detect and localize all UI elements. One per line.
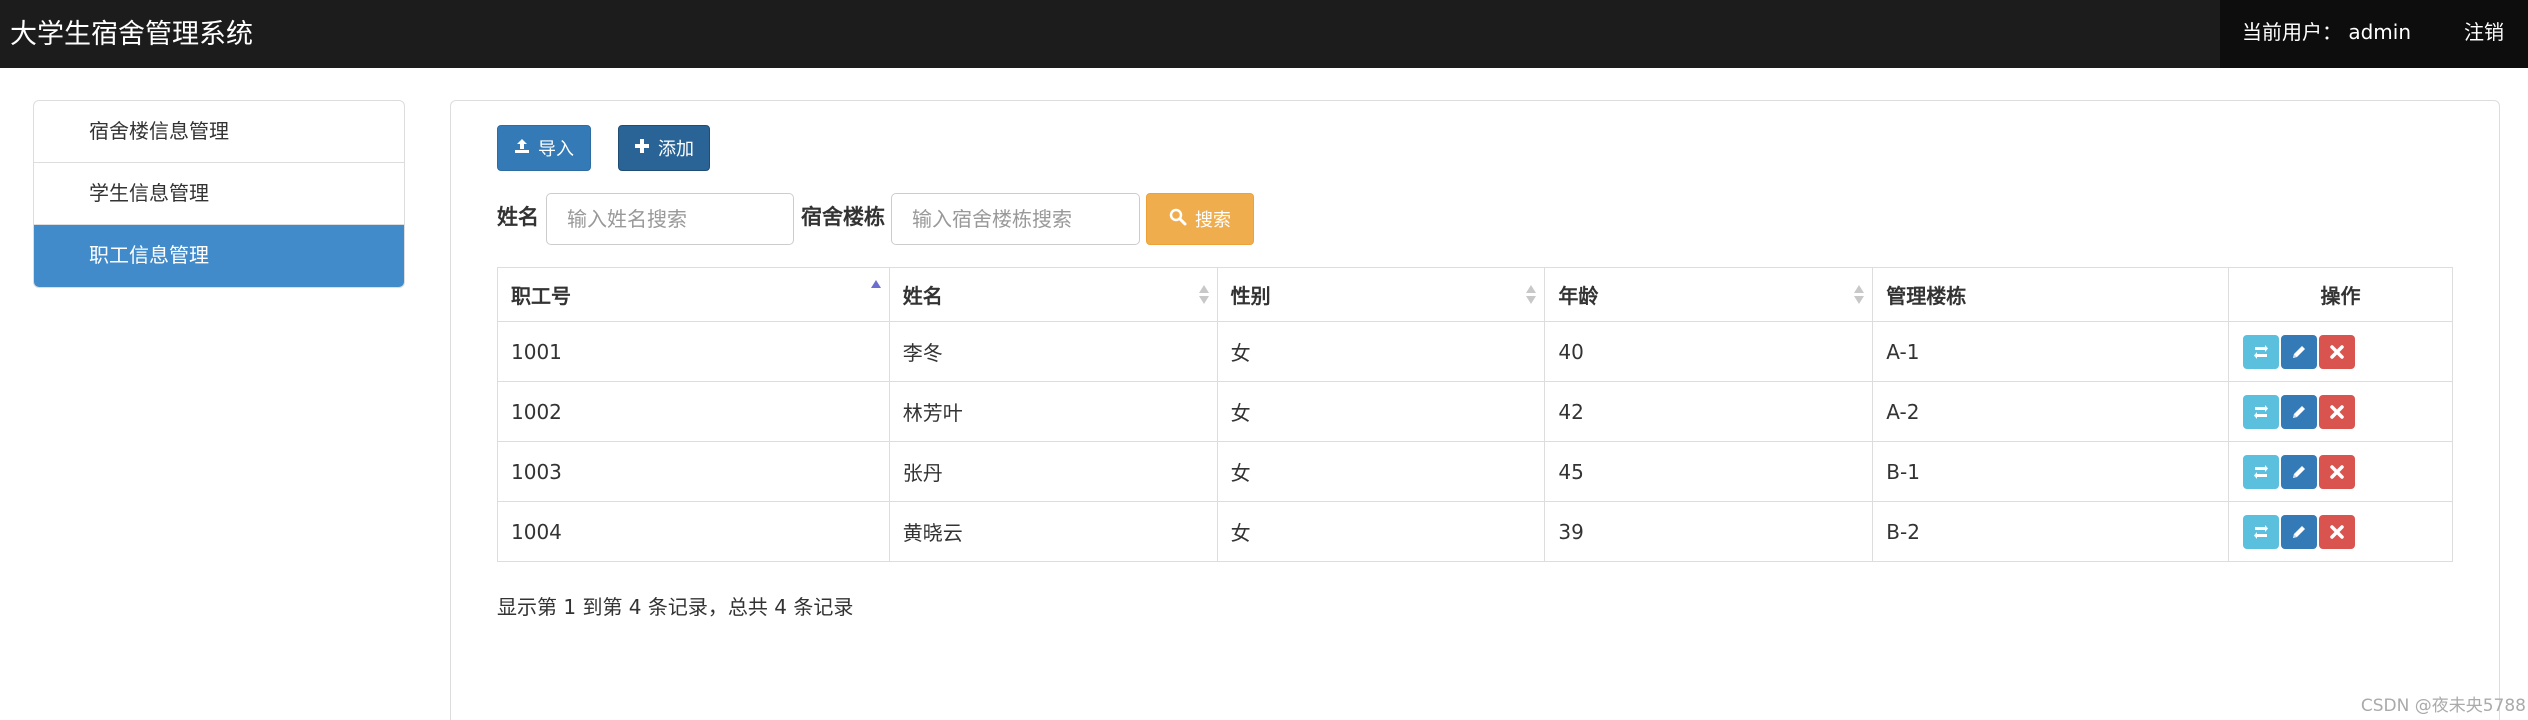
table-body: 1001 李冬女 40 A-1 1002 林芳叶女 42 A-2 1003 张丹女 45 B-1 100… xyxy=(497,321,2453,562)
refresh-button[interactable] xyxy=(2243,514,2280,549)
search-icon xyxy=(1169,208,1187,231)
cell-age: 39 xyxy=(1544,501,1874,562)
sort-ascending-icon xyxy=(870,279,881,306)
name-label: 姓名 xyxy=(497,205,539,229)
edit-button[interactable] xyxy=(2281,394,2318,429)
cell-staff-id: 1001 xyxy=(497,321,890,382)
cell-building: A-1 xyxy=(1872,321,2230,382)
delete-button[interactable] xyxy=(2319,514,2356,549)
search-button[interactable]: 搜索 xyxy=(1146,193,1254,245)
sort-icon xyxy=(1198,284,1209,306)
refresh-button[interactable] xyxy=(2243,334,2280,369)
column-header-label: 年龄 xyxy=(1558,284,1599,308)
column-header-staff-id[interactable]: 职工号 xyxy=(497,267,890,322)
table-row: 1003 张丹女 45 B-1 xyxy=(497,441,2453,502)
delete-button[interactable] xyxy=(2319,394,2356,429)
edit-button[interactable] xyxy=(2281,334,2318,369)
cell-gender: 女 xyxy=(1216,441,1546,502)
delete-button[interactable] xyxy=(2319,334,2356,369)
user-area: 当前用户： admin 注销 xyxy=(2220,0,2528,68)
current-user-label: 当前用户： admin xyxy=(2242,20,2412,44)
cell-building: B-2 xyxy=(1872,501,2230,562)
import-button-label: 导入 xyxy=(538,139,574,160)
cell-staff-id: 1003 xyxy=(497,441,890,502)
staff-table: 职工号 姓名 性别 年龄 管理楼栋 操作 1001 李冬 女 40 A-1 10… xyxy=(497,267,2453,562)
column-header-gender[interactable]: 性别 xyxy=(1216,267,1546,322)
column-header-label: 管理楼栋 xyxy=(1886,284,1967,308)
cell-actions xyxy=(2228,501,2453,562)
column-header-label: 操作 xyxy=(2320,284,2361,308)
cell-gender: 女 xyxy=(1216,501,1546,562)
search-button-label: 搜索 xyxy=(1195,210,1231,231)
cell-name: 林芳叶 xyxy=(888,381,1218,442)
cell-name: 张丹 xyxy=(888,441,1218,502)
sidebar-item-staff[interactable]: 职工信息管理 xyxy=(34,225,404,287)
app-title[interactable]: 大学生宿舍管理系统 xyxy=(10,12,253,51)
edit-button[interactable] xyxy=(2281,514,2318,549)
sidebar-item-building[interactable]: 宿舍楼信息管理 xyxy=(34,101,404,163)
logout-link[interactable]: 注销 xyxy=(2464,16,2504,45)
refresh-button[interactable] xyxy=(2243,394,2280,429)
table-header-row: 职工号 姓名 性别 年龄 管理楼栋 操作 xyxy=(497,267,2453,322)
plus-icon xyxy=(634,138,650,159)
name-search-input[interactable] xyxy=(546,193,794,245)
column-header-label: 职工号 xyxy=(511,284,571,308)
pagination-summary: 显示第 1 到第 4 条记录，总共 4 条记录 xyxy=(497,595,854,619)
add-button-label: 添加 xyxy=(658,139,694,160)
cell-building: A-2 xyxy=(1872,381,2230,442)
column-header-building: 管理楼栋 xyxy=(1872,267,2230,322)
column-header-label: 性别 xyxy=(1230,284,1271,308)
cell-staff-id: 1002 xyxy=(497,381,890,442)
import-button[interactable]: 导入 xyxy=(497,125,591,171)
top-navbar: 大学生宿舍管理系统 当前用户： admin 注销 xyxy=(0,0,2528,68)
sort-icon xyxy=(1526,284,1537,306)
cell-actions xyxy=(2228,321,2453,382)
upload-icon xyxy=(514,138,530,159)
column-header-label: 姓名 xyxy=(902,284,943,308)
watermark: CSDN @夜未央5788 xyxy=(2360,696,2526,716)
delete-button[interactable] xyxy=(2319,454,2356,489)
cell-actions xyxy=(2228,441,2453,502)
cell-name: 李冬 xyxy=(888,321,1218,382)
building-label: 宿舍楼栋 xyxy=(801,205,885,229)
cell-age: 42 xyxy=(1544,381,1874,442)
cell-age: 45 xyxy=(1544,441,1874,502)
add-button[interactable]: 添加 xyxy=(618,125,710,171)
sidebar-item-student[interactable]: 学生信息管理 xyxy=(34,163,404,225)
table-row: 1004 黄晓云女 39 B-2 xyxy=(497,501,2453,562)
cell-gender: 女 xyxy=(1216,321,1546,382)
main-panel: 导入 添加 姓名 宿舍楼栋 搜索 职工号 姓名 xyxy=(450,100,2500,720)
cell-gender: 女 xyxy=(1216,381,1546,442)
cell-age: 40 xyxy=(1544,321,1874,382)
table-row: 1002 林芳叶女 42 A-2 xyxy=(497,381,2453,442)
cell-name: 黄晓云 xyxy=(888,501,1218,562)
sidebar: 宿舍楼信息管理 学生信息管理 职工信息管理 xyxy=(33,100,405,288)
building-search-input[interactable] xyxy=(891,193,1140,245)
cell-building: B-1 xyxy=(1872,441,2230,502)
column-header-age[interactable]: 年龄 xyxy=(1544,267,1874,322)
sort-icon xyxy=(1854,284,1865,306)
table-row: 1001 李冬女 40 A-1 xyxy=(497,321,2453,382)
cell-staff-id: 1004 xyxy=(497,501,890,562)
column-header-actions: 操作 xyxy=(2228,267,2453,322)
edit-button[interactable] xyxy=(2281,454,2318,489)
column-header-name[interactable]: 姓名 xyxy=(888,267,1218,322)
refresh-button[interactable] xyxy=(2243,454,2280,489)
cell-actions xyxy=(2228,381,2453,442)
